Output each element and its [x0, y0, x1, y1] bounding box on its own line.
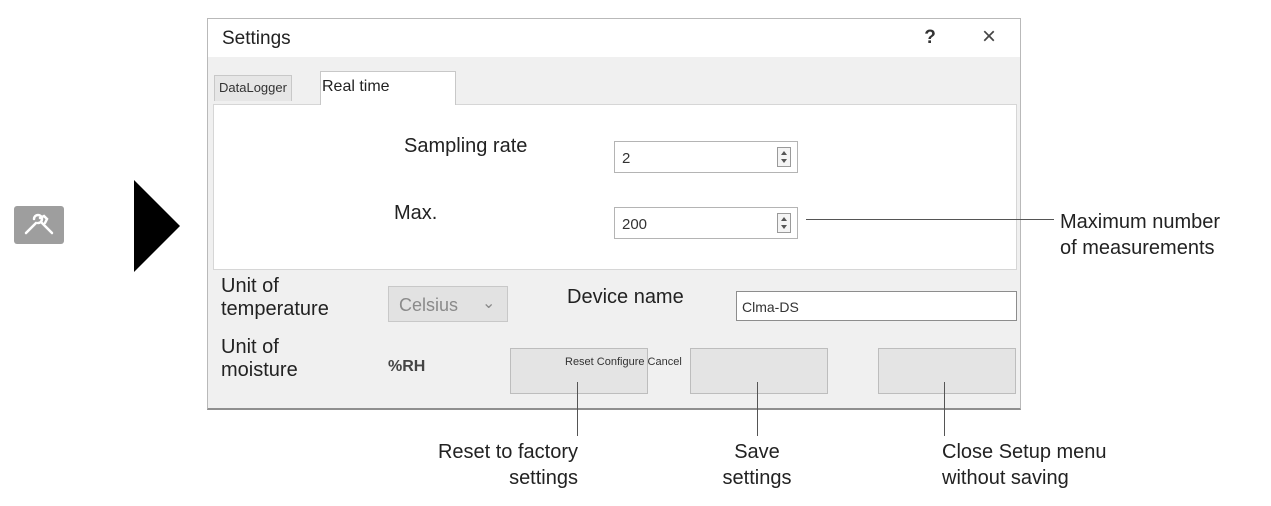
tools-icon[interactable]	[14, 206, 64, 244]
save-callout-line	[757, 382, 758, 436]
max-callout: Maximum number of measurements	[1060, 209, 1220, 261]
reset-button[interactable]	[510, 348, 648, 394]
tab-datalogger[interactable]: DataLogger	[214, 75, 292, 101]
spinner-arrows-icon[interactable]	[777, 213, 791, 233]
configure-button[interactable]	[690, 348, 828, 394]
help-button[interactable]: ?	[918, 27, 942, 49]
action-buttons-caption: Reset Configure Cancel	[565, 356, 682, 368]
title-bar: Settings ? ×	[208, 19, 1020, 57]
temperature-label: Unit of temperature	[221, 275, 329, 321]
cancel-button[interactable]	[878, 348, 1016, 394]
save-callout-line1: Save	[734, 441, 780, 463]
max-callout-line1: Maximum number	[1060, 211, 1221, 233]
spin-up-icon[interactable]	[781, 217, 787, 221]
temperature-unit-value: Celsius	[399, 295, 459, 315]
chevron-down-icon[interactable]: ⌄	[482, 293, 495, 313]
moisture-unit-value: %RH	[388, 358, 426, 375]
moisture-label-line1: Unit of	[221, 336, 279, 358]
max-value: 200	[622, 216, 648, 233]
close-callout-line	[944, 382, 945, 436]
close-callout-line2: without saving	[942, 467, 1069, 489]
spin-down-icon[interactable]	[781, 159, 787, 163]
temperature-unit-select[interactable]: Celsius ⌄	[388, 286, 508, 322]
spinner-arrows-icon[interactable]	[777, 147, 791, 167]
reset-callout-line2: settings	[509, 467, 578, 489]
sampling-rate-value: 2	[622, 150, 631, 167]
sampling-rate-label: Sampling rate	[404, 135, 528, 157]
device-name-label: Device name	[567, 286, 684, 308]
spin-up-icon[interactable]	[781, 151, 787, 155]
max-callout-line2: of measurements	[1060, 237, 1215, 259]
tab-real-time[interactable]: Real time	[320, 71, 456, 105]
device-name-value: Clma-DS	[742, 299, 799, 315]
max-callout-line	[806, 219, 1054, 220]
settings-dialog: Settings ? × DataLogger Real time Sampli…	[207, 18, 1021, 410]
close-callout-line1: Close Setup menu	[942, 441, 1107, 463]
reset-callout-line1: Reset to factory	[437, 441, 578, 463]
close-callout: Close Setup menu without saving	[942, 439, 1107, 491]
save-callout-line2: settings	[722, 467, 792, 489]
reset-callout-line	[577, 382, 578, 436]
device-name-input[interactable]: Clma-DS	[736, 291, 1017, 321]
save-callout: Save settings	[697, 439, 817, 491]
spin-down-icon[interactable]	[781, 225, 787, 229]
play-arrow-icon	[134, 180, 180, 272]
max-label: Max.	[394, 202, 438, 224]
moisture-label-line2: moisture	[221, 359, 298, 381]
close-icon[interactable]: ×	[976, 23, 1002, 51]
real-time-panel: Sampling rate 2 Max. 200	[213, 104, 1017, 270]
dialog-title: Settings	[222, 28, 291, 49]
temperature-label-line2: temperature	[221, 298, 329, 320]
moisture-label: Unit of moisture	[221, 336, 298, 382]
sampling-rate-input[interactable]: 2	[614, 141, 798, 173]
max-input[interactable]: 200	[614, 207, 798, 239]
temperature-label-line1: Unit of	[221, 275, 279, 297]
reset-callout: Reset to factory settings	[404, 439, 578, 491]
